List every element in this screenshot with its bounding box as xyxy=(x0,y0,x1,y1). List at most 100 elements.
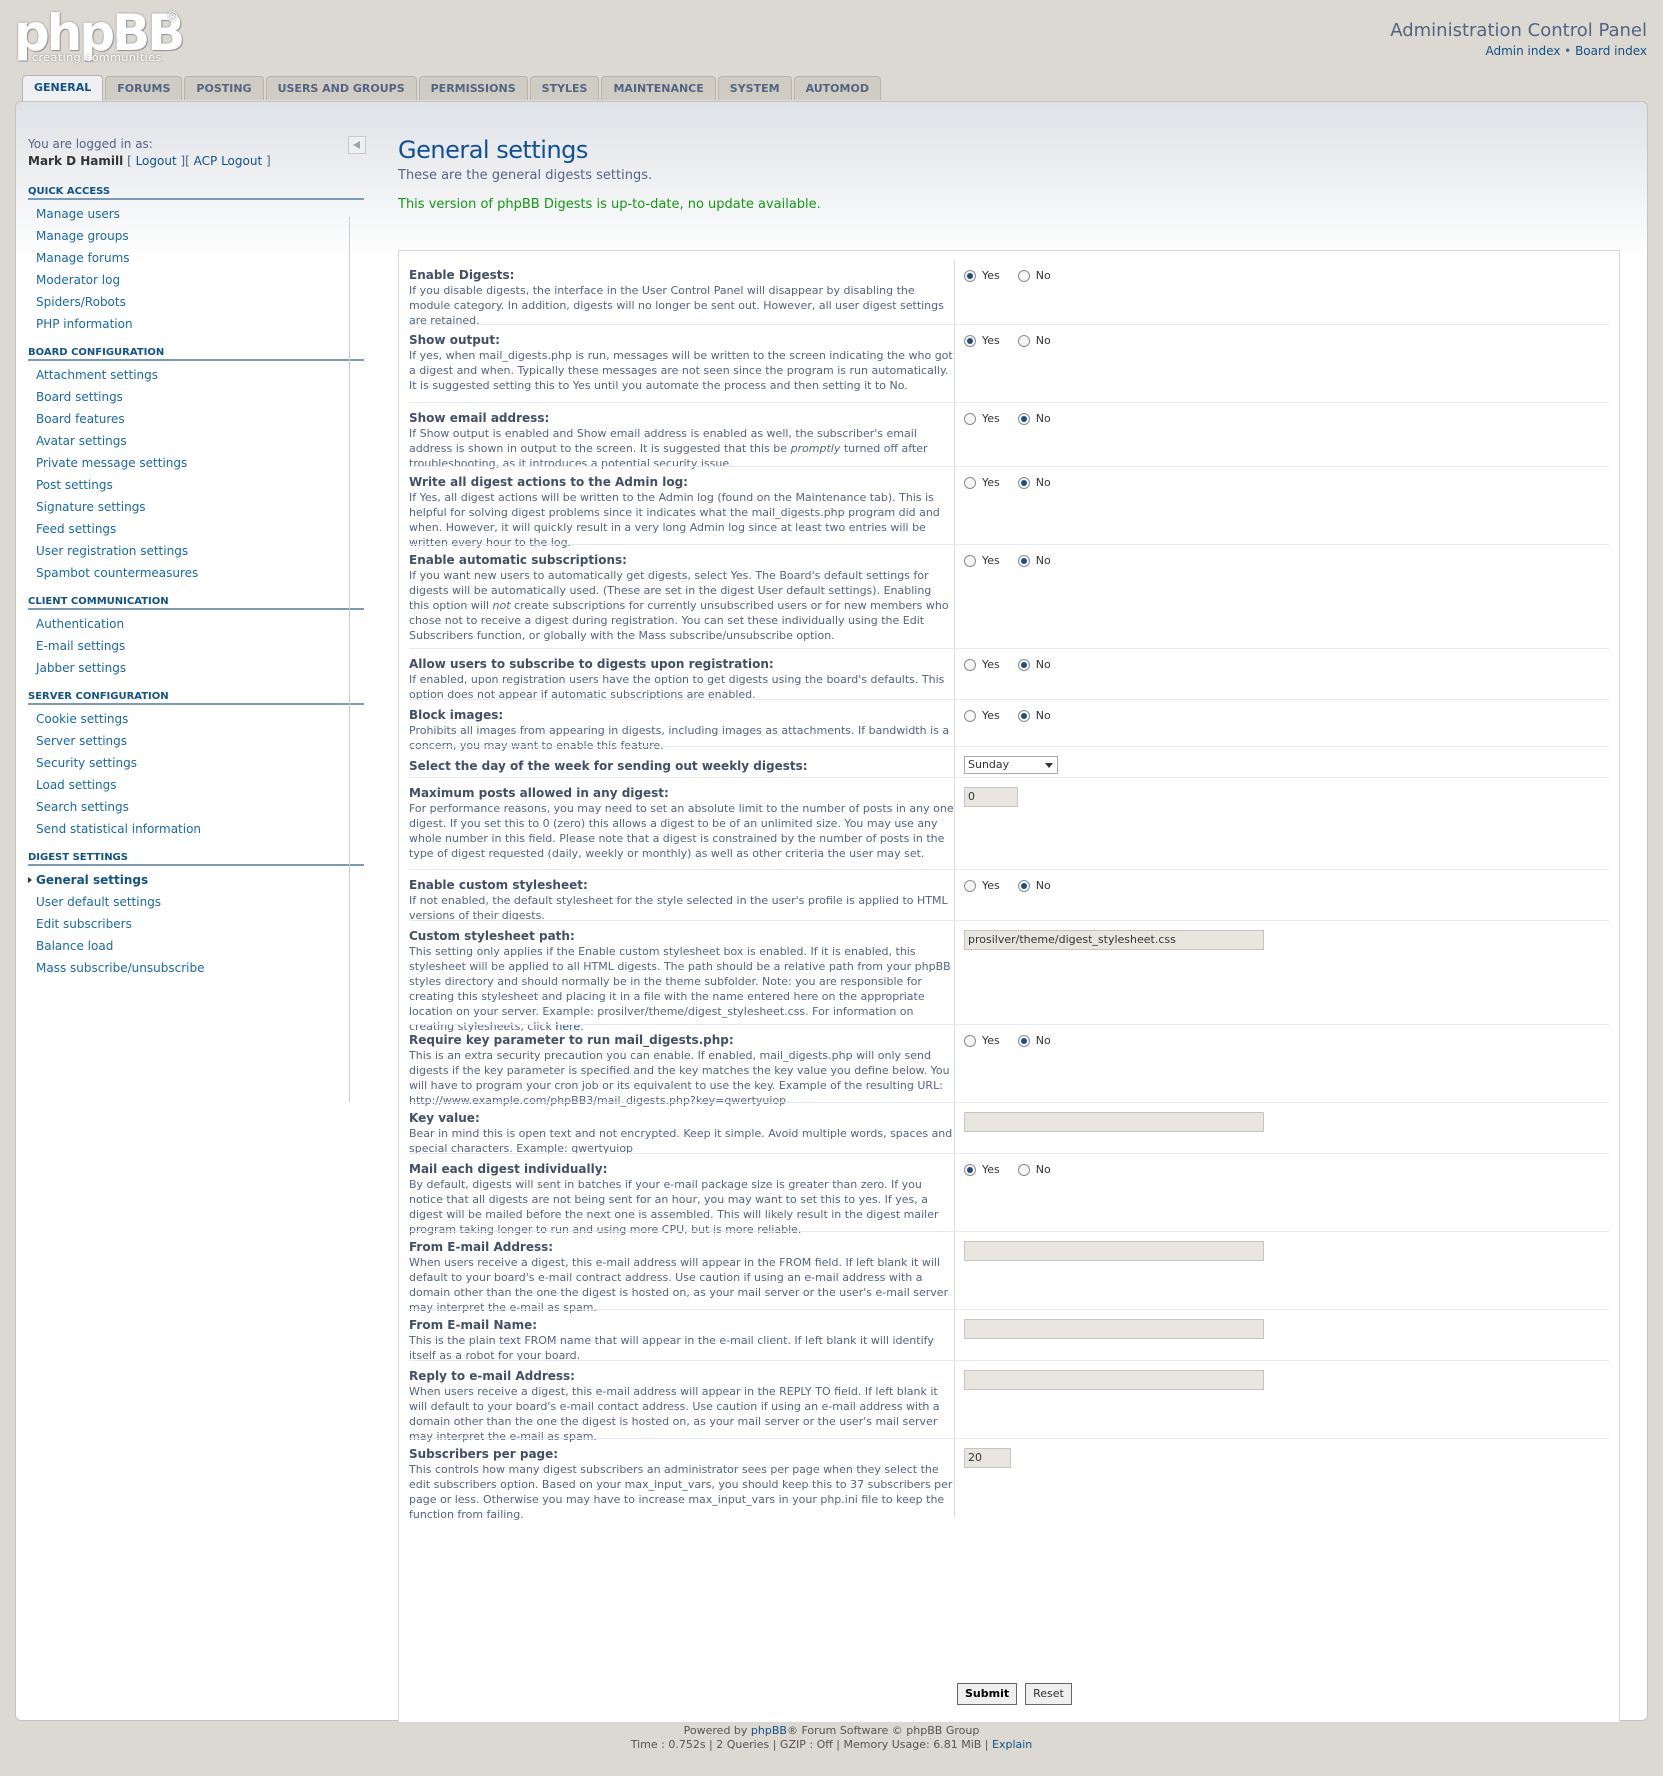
sidebar-item-server-settings[interactable]: Server settings xyxy=(28,730,364,752)
sidebar-item-authentication[interactable]: Authentication xyxy=(28,613,364,635)
logout-link[interactable]: Logout xyxy=(136,154,177,168)
radio-no[interactable] xyxy=(1017,1163,1030,1176)
tab-general[interactable]: GENERAL xyxy=(22,75,104,101)
tab-maintenance[interactable]: MAINTENANCE xyxy=(601,76,716,100)
radio-yes[interactable] xyxy=(964,879,976,892)
submit-button[interactable]: Submit xyxy=(957,1683,1018,1705)
radio-yes[interactable] xyxy=(964,476,976,489)
sidebar-item-moderator-log[interactable]: Moderator log xyxy=(28,269,364,291)
tab-forums[interactable]: FORUMS xyxy=(105,76,183,100)
radio-label-no[interactable]: No xyxy=(1036,412,1051,425)
setting-control xyxy=(964,1370,1264,1390)
radio-label-yes[interactable]: Yes xyxy=(982,412,1000,425)
explain-link[interactable]: Explain xyxy=(992,1738,1032,1751)
sidebar-item-security-settings[interactable]: Security settings xyxy=(28,752,364,774)
sidebar-item-send-statistical-information[interactable]: Send statistical information xyxy=(28,818,364,840)
tab-posting[interactable]: POSTING xyxy=(184,76,264,100)
sidebar-item-edit-subscribers[interactable]: Edit subscribers xyxy=(28,913,364,935)
sidebar-item-jabber-settings[interactable]: Jabber settings xyxy=(28,657,364,679)
sidebar-item-spiders-robots[interactable]: Spiders/Robots xyxy=(28,291,364,313)
setting-row: Custom stylesheet path: This setting only… xyxy=(409,920,1609,1033)
tab-automod[interactable]: AUTOMOD xyxy=(793,76,881,100)
weekday-select[interactable]: Sunday xyxy=(964,756,1058,774)
text-input[interactable] xyxy=(964,1319,1264,1339)
sidebar-item-cookie-settings[interactable]: Cookie settings xyxy=(28,708,364,730)
radio-label-yes[interactable]: Yes xyxy=(982,1163,1000,1176)
radio-label-yes[interactable]: Yes xyxy=(982,709,1000,722)
radio-label-no[interactable]: No xyxy=(1036,334,1051,347)
text-input[interactable] xyxy=(964,1112,1264,1132)
radio-no[interactable] xyxy=(1017,412,1030,425)
sidebar-item-board-features[interactable]: Board features xyxy=(28,408,364,430)
sidebar-item-attachment-settings[interactable]: Attachment settings xyxy=(28,364,364,386)
radio-label-no[interactable]: No xyxy=(1036,476,1051,489)
text-input[interactable]: 0 xyxy=(964,787,1018,807)
tab-users-and-groups[interactable]: USERS AND GROUPS xyxy=(265,76,417,100)
radio-yes[interactable] xyxy=(964,1034,976,1047)
radio-no[interactable] xyxy=(1017,658,1030,671)
radio-no[interactable] xyxy=(1017,334,1030,347)
sidebar-item-general-settings[interactable]: General settings xyxy=(28,869,364,891)
sidebar-item-manage-forums[interactable]: Manage forums xyxy=(28,247,364,269)
sidebar-item-user-registration-settings[interactable]: User registration settings xyxy=(28,540,364,562)
radio-yes[interactable] xyxy=(964,658,976,671)
radio-yes[interactable] xyxy=(964,269,976,282)
text-input[interactable]: prosilver/theme/digest_stylesheet.css xyxy=(964,930,1264,950)
radio-no[interactable] xyxy=(1017,709,1030,722)
radio-label-yes[interactable]: Yes xyxy=(982,554,1000,567)
radio-yes[interactable] xyxy=(964,412,976,425)
phpbb-logo[interactable]: phpBB ® creating communities xyxy=(14,8,185,64)
sidebar-item-feed-settings[interactable]: Feed settings xyxy=(28,518,364,540)
radio-label-yes[interactable]: Yes xyxy=(982,1034,1000,1047)
radio-label-yes[interactable]: Yes xyxy=(982,658,1000,671)
radio-no[interactable] xyxy=(1017,476,1030,489)
sidebar-item-post-settings[interactable]: Post settings xyxy=(28,474,364,496)
sidebar-item-manage-users[interactable]: Manage users xyxy=(28,203,364,225)
radio-label-no[interactable]: No xyxy=(1036,1034,1051,1047)
radio-label-no[interactable]: No xyxy=(1036,1163,1051,1176)
text-input[interactable] xyxy=(964,1241,1264,1261)
phpbb-link[interactable]: phpBB xyxy=(751,1724,787,1737)
sidebar-item-search-settings[interactable]: Search settings xyxy=(28,796,364,818)
admin-index-link[interactable]: Admin index xyxy=(1485,44,1560,58)
collapse-menu-icon[interactable] xyxy=(348,136,366,154)
radio-label-yes[interactable]: Yes xyxy=(982,879,1000,892)
sidebar-item-manage-groups[interactable]: Manage groups xyxy=(28,225,364,247)
radio-yes[interactable] xyxy=(964,709,976,722)
radio-label-no[interactable]: No xyxy=(1036,709,1051,722)
sidebar-item-php-information[interactable]: PHP information xyxy=(28,313,364,335)
sidebar-item-e-mail-settings[interactable]: E-mail settings xyxy=(28,635,364,657)
radio-yes[interactable] xyxy=(964,1163,976,1176)
radio-label-yes[interactable]: Yes xyxy=(982,269,1000,282)
sidebar-item-spambot-countermeasures[interactable]: Spambot countermeasures xyxy=(28,562,364,584)
tab-styles[interactable]: STYLES xyxy=(529,76,600,100)
radio-label-no[interactable]: No xyxy=(1036,554,1051,567)
sidebar-item-private-message-settings[interactable]: Private message settings xyxy=(28,452,364,474)
radio-label-yes[interactable]: Yes xyxy=(982,476,1000,489)
radio-yes[interactable] xyxy=(964,554,976,567)
tab-permissions[interactable]: PERMISSIONS xyxy=(418,76,528,100)
radio-yes[interactable] xyxy=(964,334,976,347)
radio-label-yes[interactable]: Yes xyxy=(982,334,1000,347)
board-index-link[interactable]: Board index xyxy=(1575,44,1647,58)
radio-no[interactable] xyxy=(1017,879,1030,892)
radio-no[interactable] xyxy=(1017,269,1030,282)
sidebar-item-load-settings[interactable]: Load settings xyxy=(28,774,364,796)
tab-system[interactable]: SYSTEM xyxy=(717,76,792,100)
radio-label-no[interactable]: No xyxy=(1036,658,1051,671)
sidebar-item-signature-settings[interactable]: Signature settings xyxy=(28,496,364,518)
radio-label-no[interactable]: No xyxy=(1036,879,1051,892)
sidebar-item-board-settings[interactable]: Board settings xyxy=(28,386,364,408)
reset-button[interactable]: Reset xyxy=(1025,1683,1072,1705)
main-content: General settings These are the general d… xyxy=(398,136,1638,1723)
acp-logout-link[interactable]: ACP Logout xyxy=(194,154,263,168)
text-input[interactable]: 20 xyxy=(964,1448,1011,1468)
radio-no[interactable] xyxy=(1017,554,1030,567)
sidebar-item-mass-subscribe-unsubscribe[interactable]: Mass subscribe/unsubscribe xyxy=(28,957,364,979)
sidebar-item-avatar-settings[interactable]: Avatar settings xyxy=(28,430,364,452)
sidebar-item-user-default-settings[interactable]: User default settings xyxy=(28,891,364,913)
text-input[interactable] xyxy=(964,1370,1264,1390)
radio-label-no[interactable]: No xyxy=(1036,269,1051,282)
sidebar-item-balance-load[interactable]: Balance load xyxy=(28,935,364,957)
radio-no[interactable] xyxy=(1017,1034,1030,1047)
